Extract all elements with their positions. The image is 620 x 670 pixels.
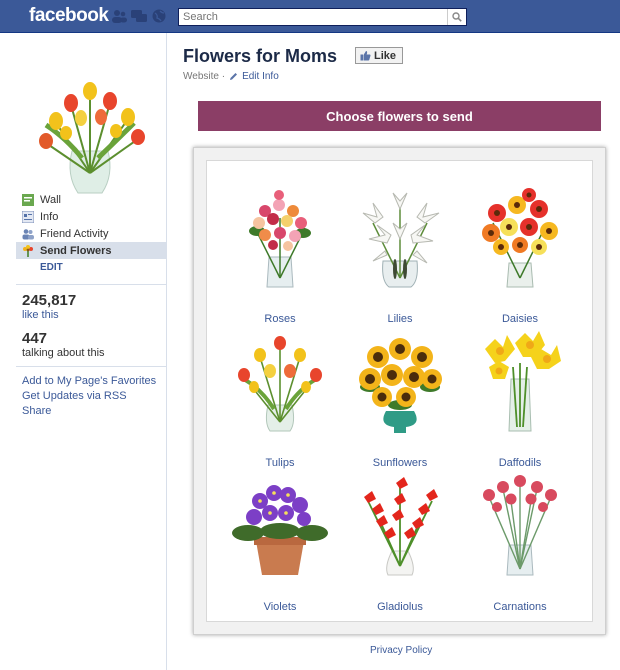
magnifier-icon: [452, 12, 462, 22]
likes-count: 245,817: [22, 292, 77, 309]
notification-jewels: [111, 9, 167, 23]
flower-name: Carnations: [493, 601, 547, 613]
divider: [16, 284, 166, 285]
like-button[interactable]: Like: [355, 47, 404, 64]
nav-label: Wall: [40, 193, 61, 206]
nav-item-info[interactable]: Info: [16, 208, 166, 225]
like-label: Like: [374, 49, 397, 62]
divider: [16, 366, 166, 367]
flower-option-gladiolus[interactable]: Gladiolus: [340, 471, 460, 613]
tulips-bouquet-image: [238, 336, 322, 432]
edit-link[interactable]: EDIT: [16, 259, 166, 277]
flower-name: Tulips: [265, 457, 295, 469]
talking-caption: talking about this: [22, 347, 105, 359]
add-to-favorites-link[interactable]: Add to My Page's Favorites: [22, 374, 156, 389]
thumbs-up-icon: [360, 51, 371, 61]
page-nav: Wall Info Friend Activity Send Flowers E…: [16, 191, 166, 277]
friends-icon: [22, 228, 34, 239]
likes-caption[interactable]: like this: [22, 309, 59, 321]
flower-name: Violets: [263, 601, 297, 613]
likes-stat: 245,817 like this: [22, 292, 76, 321]
daisies-bouquet-image: [482, 188, 558, 288]
nav-item-friend-activity[interactable]: Friend Activity: [16, 225, 166, 242]
notifications-globe-icon[interactable]: [151, 9, 167, 23]
nav-item-wall[interactable]: Wall: [16, 191, 166, 208]
gladiolus-bouquet-image: [364, 477, 438, 576]
flower-name: Roses: [264, 313, 296, 325]
flower-option-roses[interactable]: Roses: [220, 183, 340, 325]
flower-option-daffodils[interactable]: Daffodils: [460, 327, 580, 469]
carnations-bouquet-image: [483, 475, 557, 576]
search-box: [178, 8, 467, 26]
flower-option-sunflowers[interactable]: Sunflowers: [340, 327, 460, 469]
flower-name: Gladiolus: [377, 601, 423, 613]
wall-icon: [22, 193, 34, 206]
flower-name: Daffodils: [498, 457, 542, 469]
daffodils-bouquet-image: [485, 331, 561, 432]
search-button[interactable]: [447, 9, 466, 25]
share-link[interactable]: Share: [22, 404, 156, 419]
talking-count: 447: [22, 330, 48, 347]
profile-picture[interactable]: [26, 53, 154, 203]
flower-option-carnations[interactable]: Carnations: [460, 471, 580, 613]
flower-name: Lilies: [387, 313, 413, 325]
flower-icon: [23, 244, 33, 257]
page-subline: Website · Edit Info: [183, 71, 279, 82]
info-icon: [22, 210, 34, 223]
talking-stat: 447 talking about this: [22, 330, 105, 359]
nav-label: Send Flowers: [40, 244, 112, 257]
pencil-icon: [230, 73, 238, 80]
page-title: Flowers for Moms: [183, 46, 338, 66]
privacy-policy-link[interactable]: Privacy Policy: [370, 645, 432, 656]
flower-app-frame: Roses Lilies Daisies Tulips Sunflowers D…: [193, 147, 606, 635]
nav-label: Info: [40, 210, 59, 223]
sidebar-links: Add to My Page's Favorites Get Updates v…: [22, 374, 156, 419]
search-input[interactable]: [179, 9, 443, 25]
roses-bouquet-image: [249, 190, 311, 288]
nav-label: Friend Activity: [40, 227, 109, 240]
rss-updates-link[interactable]: Get Updates via RSS: [22, 389, 156, 404]
left-sidebar: Wall Info Friend Activity Send Flowers E…: [0, 33, 167, 670]
friend-requests-icon[interactable]: [111, 9, 127, 23]
lilies-bouquet-image: [362, 192, 440, 288]
page-category: Website ·: [183, 71, 226, 82]
flower-option-tulips[interactable]: Tulips: [220, 327, 340, 469]
violets-plant-image: [232, 485, 328, 575]
flower-option-daisies[interactable]: Daisies: [460, 183, 580, 325]
choose-flowers-banner: Choose flowers to send: [198, 101, 601, 131]
edit-info-link[interactable]: Edit Info: [242, 71, 279, 82]
top-bar: facebook: [0, 0, 620, 33]
flower-grid-panel: Roses Lilies Daisies Tulips Sunflowers D…: [206, 160, 593, 622]
facebook-logo[interactable]: facebook: [29, 5, 109, 27]
flower-option-lilies[interactable]: Lilies: [340, 183, 460, 325]
nav-item-send-flowers[interactable]: Send Flowers: [16, 242, 166, 259]
messages-icon[interactable]: [131, 9, 147, 23]
flower-option-violets[interactable]: Violets: [220, 471, 340, 613]
sunflowers-bouquet-image: [359, 338, 442, 433]
flower-name: Daisies: [501, 313, 539, 325]
flower-name: Sunflowers: [372, 457, 428, 469]
